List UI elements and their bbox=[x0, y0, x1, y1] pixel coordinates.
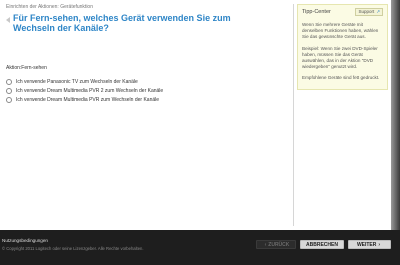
copyright-text: © Copyright 2011 Logitech oder seine Liz… bbox=[2, 246, 144, 251]
question-row: Für Fern-sehen, welches Gerät verwenden … bbox=[6, 13, 291, 33]
terms-link[interactable]: Nutzungsbedingungen bbox=[2, 238, 48, 243]
tip-center-title: Tipp-Center bbox=[302, 8, 331, 15]
option-label[interactable]: Ich verwende Dream Multimedia PVR zum We… bbox=[16, 97, 159, 103]
option-label[interactable]: Ich verwende Dream Multimedia PVR 2 zum … bbox=[16, 88, 163, 94]
wizard-window: Einrichten der Aktionen: Gerätefunktion … bbox=[0, 0, 391, 230]
tip-paragraph: Wenn Sie mehrere Geräte mit denselben Fu… bbox=[302, 22, 379, 40]
panel-divider bbox=[293, 4, 294, 226]
cancel-label[interactable]: ABBRECHEN bbox=[306, 242, 338, 248]
tip-paragraph: Beispiel: Wenn Sie zwei DVD-Spieler habe… bbox=[302, 45, 378, 70]
radio-button[interactable] bbox=[6, 87, 12, 94]
back-button[interactable]: ‹ ZURÜCK bbox=[256, 240, 296, 249]
next-button[interactable]: WEITER › bbox=[348, 240, 391, 249]
tip-paragraph: Empfohlene Geräte sind fett gedruckt. bbox=[302, 75, 380, 81]
breadcrumb: Einrichten der Aktionen: Gerätefunktion bbox=[6, 4, 93, 10]
footer-bar: Nutzungsbedingungen © Copyright 2011 Log… bbox=[0, 230, 400, 265]
chevron-right-icon: › bbox=[378, 241, 381, 248]
radio-button[interactable] bbox=[6, 96, 12, 103]
main-panel: Einrichten der Aktionen: Gerätefunktion … bbox=[6, 4, 291, 104]
tip-center-header: Tipp-Center Support ↗ bbox=[302, 8, 383, 16]
chevron-left-icon: ‹ bbox=[264, 241, 267, 248]
triangle-left-icon bbox=[6, 17, 10, 23]
action-label: Aktion:Fern-sehen bbox=[6, 65, 47, 71]
radio-button[interactable] bbox=[6, 78, 12, 85]
option-label[interactable]: Ich verwende Panasonic TV zum Wechseln d… bbox=[16, 79, 138, 85]
cancel-button[interactable]: ABBRECHEN bbox=[300, 240, 344, 249]
option-panasonic-tv[interactable]: Ich verwende Panasonic TV zum Wechseln d… bbox=[6, 77, 291, 86]
back-label[interactable]: ZURÜCK bbox=[268, 242, 289, 248]
support-button[interactable]: Support ↗ bbox=[355, 8, 383, 16]
option-dream-multimedia-pvr-2[interactable]: Ich verwende Dream Multimedia PVR 2 zum … bbox=[6, 86, 291, 95]
option-dream-multimedia-pvr[interactable]: Ich verwende Dream Multimedia PVR zum We… bbox=[6, 95, 291, 104]
external-link-icon[interactable]: ↗ bbox=[376, 9, 380, 15]
window-edge bbox=[391, 0, 400, 230]
next-label[interactable]: WEITER bbox=[357, 242, 376, 248]
page-title: Für Fern-sehen, welches Gerät verwenden … bbox=[13, 13, 231, 33]
tip-center: Tipp-Center Support ↗ Wenn Sie mehrere G… bbox=[297, 4, 388, 90]
support-label[interactable]: Support bbox=[358, 9, 374, 15]
